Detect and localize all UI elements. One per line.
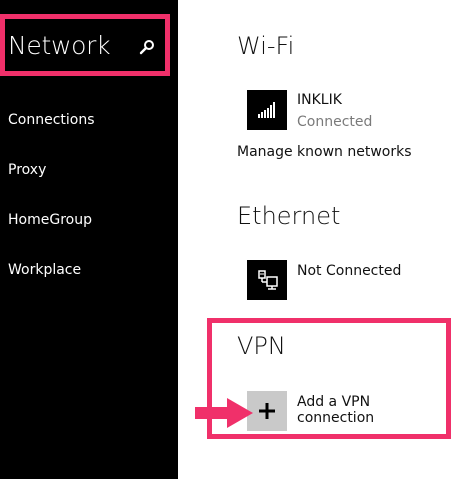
- wifi-network-tile[interactable]: [247, 90, 287, 130]
- ethernet-tile[interactable]: [247, 260, 287, 300]
- search-icon[interactable]: [139, 39, 155, 55]
- wifi-signal-icon: [258, 102, 275, 118]
- manage-known-networks-link[interactable]: Manage known networks: [237, 144, 412, 160]
- wifi-network-status: Connected: [297, 114, 373, 130]
- sidebar-item-connections[interactable]: Connections: [8, 112, 95, 128]
- add-vpn-button[interactable]: [247, 391, 287, 431]
- sidebar-item-proxy[interactable]: Proxy: [8, 162, 46, 178]
- sidebar: Network Connections Proxy HomeGroup Work…: [0, 0, 178, 479]
- sidebar-header-highlight: Network: [0, 14, 170, 76]
- ethernet-icon: [258, 270, 278, 290]
- sidebar-item-workplace[interactable]: Workplace: [8, 262, 81, 278]
- wifi-heading: Wi-Fi: [237, 32, 295, 60]
- page-title: Network: [8, 31, 111, 60]
- plus-icon: [259, 403, 275, 419]
- ethernet-heading: Ethernet: [237, 202, 341, 230]
- add-vpn-label[interactable]: Add a VPN connection: [297, 394, 451, 426]
- wifi-network-name[interactable]: INKLIK: [297, 92, 342, 108]
- vpn-heading: VPN: [237, 332, 286, 360]
- sidebar-item-homegroup[interactable]: HomeGroup: [8, 212, 92, 228]
- pointer-arrow-icon: [195, 398, 253, 428]
- ethernet-status: Not Connected: [297, 263, 402, 279]
